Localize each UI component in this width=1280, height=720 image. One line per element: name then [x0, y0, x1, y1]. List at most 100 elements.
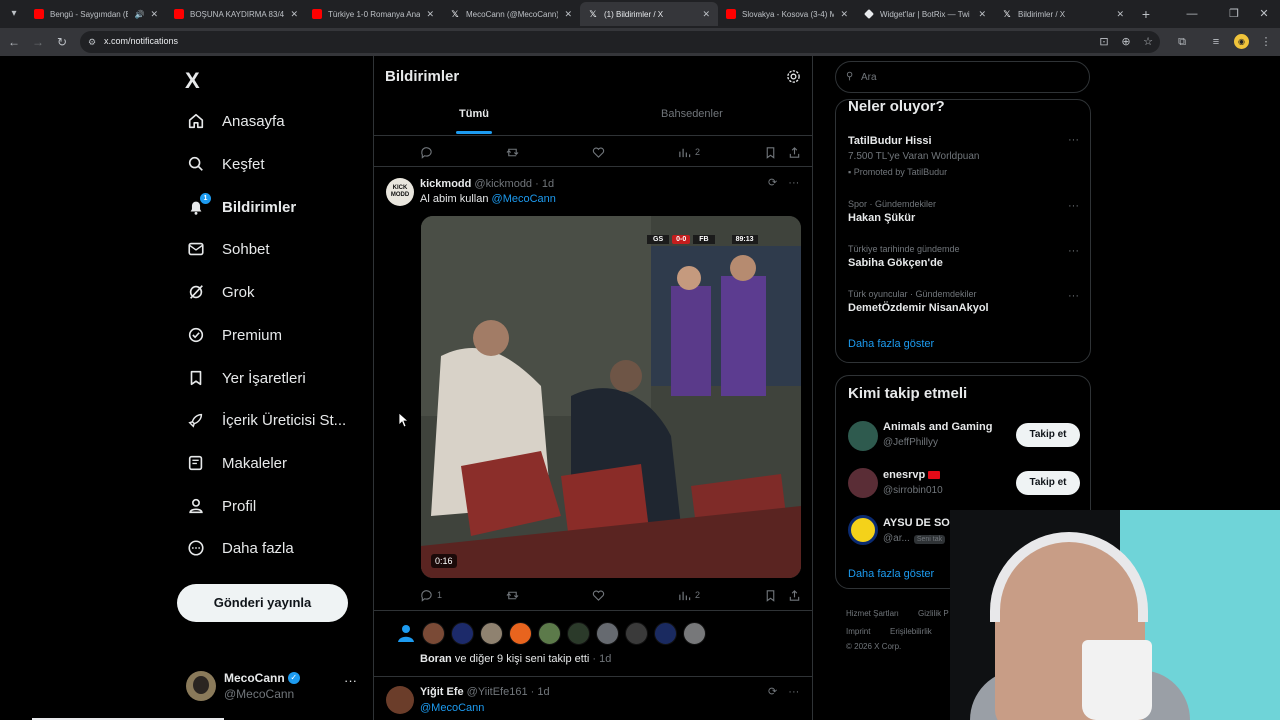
nav-item-explore[interactable]: Keşfet	[186, 149, 265, 179]
avatar[interactable]	[683, 621, 706, 645]
tweet-video[interactable]: GS 0-0 FB 89:13 0:16	[421, 216, 801, 578]
nav-item-premium[interactable]: Premium	[186, 320, 282, 350]
tweet-author-name[interactable]: kickmodd	[420, 178, 471, 190]
more-icon[interactable]: ···	[788, 686, 799, 698]
avatar[interactable]	[654, 621, 677, 645]
tweet-author-handle[interactable]: @YiitEfe161	[467, 686, 528, 698]
tweet-time[interactable]: · 1d	[535, 178, 554, 190]
avatar[interactable]	[848, 515, 878, 545]
window-close-icon[interactable]: ✕	[1252, 4, 1276, 24]
share-icon[interactable]	[788, 144, 801, 160]
browser-tab[interactable]: 𝕏 MecoCann (@MecoCann) / ✕	[442, 2, 580, 26]
reply-icon[interactable]	[420, 144, 433, 160]
avatar[interactable]	[422, 621, 445, 645]
footer-link[interactable]: Gizlilik P	[918, 609, 949, 618]
nav-item-creator-studio[interactable]: İçerik Üreticisi St...	[186, 405, 346, 435]
more-icon[interactable]: ···	[1068, 134, 1079, 146]
share-icon[interactable]	[788, 587, 801, 603]
search-input[interactable]: ⚲ Ara	[835, 61, 1090, 93]
browser-tab[interactable]: 𝕏 Bildirimler / X ✕	[994, 2, 1132, 26]
back-icon[interactable]: ←	[4, 32, 24, 52]
suggested-user-name[interactable]: Animals and Gaming	[883, 421, 992, 433]
bookmark-star-icon[interactable]: ☆	[1138, 32, 1158, 52]
avatar[interactable]	[848, 421, 878, 451]
trend-name[interactable]: TatilBudur Hissi	[848, 135, 932, 147]
tab-mentions[interactable]: Bahsedenler	[661, 108, 723, 120]
repost-icon[interactable]	[506, 144, 519, 160]
restore-icon[interactable]: ❐	[1222, 4, 1246, 24]
reply-stat[interactable]: 1	[420, 587, 442, 603]
follower-name[interactable]: Boran	[420, 653, 452, 665]
profile-avatar[interactable]: ◉	[1234, 34, 1249, 49]
close-icon[interactable]: ✕	[564, 9, 572, 20]
show-more-link[interactable]: Daha fazla göster	[848, 568, 934, 580]
new-tab-icon[interactable]: +	[1136, 4, 1156, 24]
footer-link[interactable]: Hizmet Şartları	[846, 609, 899, 618]
tweet-time[interactable]: · 1d	[531, 686, 550, 698]
browser-tab[interactable]: Türkiye 1-0 Romanya Ana ✕	[304, 2, 442, 26]
more-icon[interactable]: ···	[788, 177, 799, 189]
grok-icon[interactable]: ⟳	[768, 686, 777, 698]
nav-item-chat[interactable]: Sohbet	[186, 234, 270, 264]
nav-item-home[interactable]: Anasayfa	[186, 106, 285, 136]
show-more-link[interactable]: Daha fazla göster	[848, 338, 934, 350]
address-bar[interactable]: ⚙ x.com/notifications	[80, 31, 1160, 53]
extensions-icon[interactable]: ⧉	[1172, 32, 1192, 52]
mention-link[interactable]: @MecoCann	[492, 193, 556, 205]
zoom-icon[interactable]: ⊕	[1116, 32, 1136, 52]
nav-item-bookmarks[interactable]: Yer İşaretleri	[186, 363, 306, 393]
more-icon[interactable]: ···	[1068, 245, 1079, 257]
browser-tab[interactable]: Widget'lar | BotRix — Twi ✕	[856, 2, 994, 26]
more-icon[interactable]: ···	[1068, 200, 1079, 212]
footer-link[interactable]: Imprint	[846, 627, 870, 636]
close-icon[interactable]: ✕	[426, 9, 434, 20]
bookmark-icon[interactable]	[764, 144, 777, 160]
sound-icon[interactable]: 🔊	[134, 10, 144, 19]
nav-item-more[interactable]: Daha fazla	[186, 533, 294, 563]
close-icon[interactable]: ✕	[150, 9, 158, 20]
like-icon[interactable]	[592, 144, 605, 160]
grok-icon[interactable]: ⟳	[768, 177, 777, 189]
close-icon[interactable]: ✕	[290, 9, 298, 20]
suggested-user-name[interactable]: AYSU DE SOU	[883, 517, 958, 529]
tab-search-icon[interactable]: ▾	[4, 4, 24, 24]
close-icon[interactable]: ✕	[978, 9, 986, 20]
nav-item-articles[interactable]: Makaleler	[186, 448, 287, 478]
trend-name[interactable]: Sabiha Gökçen'de	[848, 257, 943, 269]
avatar[interactable]	[596, 621, 619, 645]
nav-item-notifications[interactable]: 1 Bildirimler	[186, 192, 296, 222]
tab-all[interactable]: Tümü	[459, 108, 489, 120]
avatar[interactable]	[386, 686, 414, 714]
account-switcher[interactable]: MecoCann ✓ @MecoCann ···	[186, 668, 364, 704]
follow-button[interactable]: Takip et	[1016, 471, 1080, 495]
trend-name[interactable]: DemetÖzdemir NisanAkyol	[848, 302, 989, 314]
close-icon[interactable]: ✕	[840, 9, 848, 20]
footer-link[interactable]: Erişilebilirlik	[890, 627, 932, 636]
browser-tab[interactable]: BOŞUNA KAYDIRMA 83/4 ✕	[166, 2, 306, 26]
forward-icon[interactable]: →	[28, 32, 48, 52]
reload-icon[interactable]: ↻	[52, 32, 72, 52]
trend-name[interactable]: Hakan Şükür	[848, 212, 915, 224]
avatar[interactable]	[451, 621, 474, 645]
tweet-author-name[interactable]: Yiğit Efe	[420, 686, 464, 698]
x-logo[interactable]: X	[185, 68, 200, 94]
post-button[interactable]: Gönderi yayınla	[177, 584, 348, 622]
reading-list-icon[interactable]: ≡	[1206, 32, 1226, 52]
avatar[interactable]	[625, 621, 648, 645]
suggested-user-name-row[interactable]: enesrvp	[883, 469, 941, 481]
more-icon[interactable]: ···	[1068, 290, 1079, 302]
close-icon[interactable]: ✕	[702, 9, 710, 20]
more-icon[interactable]: ···	[344, 673, 357, 688]
follow-button[interactable]: Takip et	[1016, 423, 1080, 447]
nav-item-profile[interactable]: Profil	[186, 491, 256, 521]
bookmark-icon[interactable]	[764, 587, 777, 603]
repost-icon[interactable]	[506, 587, 519, 603]
nav-item-grok[interactable]: Grok	[186, 277, 255, 307]
close-icon[interactable]: ✕	[1116, 9, 1124, 20]
avatar[interactable]	[538, 621, 561, 645]
avatar[interactable]	[480, 621, 503, 645]
browser-tab[interactable]: Slovakya - Kosova (3-4) M ✕	[718, 2, 856, 26]
avatar[interactable]	[509, 621, 532, 645]
mention-link[interactable]: @MecoCann	[420, 702, 484, 714]
site-info-icon[interactable]: ⚙	[88, 36, 100, 48]
